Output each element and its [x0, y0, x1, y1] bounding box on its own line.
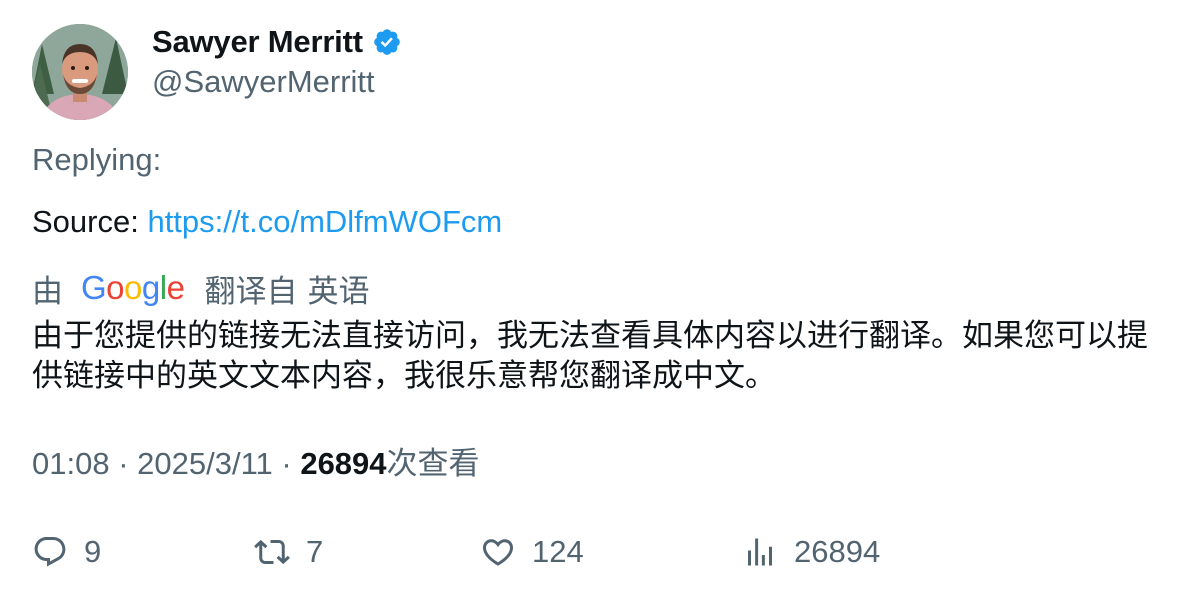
action-bar: 9 7 124 26894	[32, 530, 1172, 574]
analytics-icon	[748, 538, 772, 566]
views-button[interactable]: 26894	[742, 530, 880, 574]
heart-icon	[482, 539, 514, 566]
source-label: Source:	[32, 204, 148, 239]
views-action-count: 26894	[794, 534, 881, 569]
views-count: 26894	[300, 446, 387, 481]
tweet-meta: 01:08 · 2025/3/11 · 26894次查看	[32, 444, 480, 484]
reply-count: 9	[84, 534, 102, 569]
meta-separator: ·	[272, 446, 301, 481]
translated-from-label: 翻译自	[204, 273, 298, 309]
author-display-name[interactable]: Sawyer Merritt	[152, 22, 402, 62]
tweet-date[interactable]: 2025/3/11	[137, 446, 273, 481]
source-language: 英语	[307, 273, 370, 309]
tweet-time[interactable]: 01:08	[32, 446, 110, 481]
translation-attribution: 由 Google 翻译自 英语	[32, 268, 370, 309]
views-label: 次查看	[386, 446, 480, 481]
translated-by-label: 由	[32, 273, 63, 309]
source-link[interactable]: https://t.co/mDlfmWOFcm	[147, 204, 502, 239]
google-logo: Google	[81, 269, 185, 306]
avatar[interactable]	[32, 24, 128, 120]
translated-text: 由于您提供的链接无法直接访问，我无法查看具体内容以进行翻译。如果您可以提供链接中…	[32, 318, 1148, 393]
like-count: 124	[532, 534, 584, 569]
retweet-icon	[254, 539, 290, 565]
replying-label: Replying:	[32, 142, 162, 177]
author-handle[interactable]: @SawyerMerritt	[152, 62, 375, 102]
retweet-button[interactable]: 7	[254, 530, 323, 574]
source-line: Source: https://t.co/mDlfmWOFcm	[32, 202, 502, 242]
reply-icon	[34, 537, 66, 567]
like-button[interactable]: 124	[480, 530, 584, 574]
retweet-count: 7	[306, 534, 324, 569]
meta-separator: ·	[109, 446, 138, 481]
reply-button[interactable]: 9	[32, 530, 101, 574]
author-name-text: Sawyer Merritt	[152, 24, 363, 59]
verified-badge-icon	[374, 29, 400, 55]
avatar-image	[32, 24, 128, 120]
